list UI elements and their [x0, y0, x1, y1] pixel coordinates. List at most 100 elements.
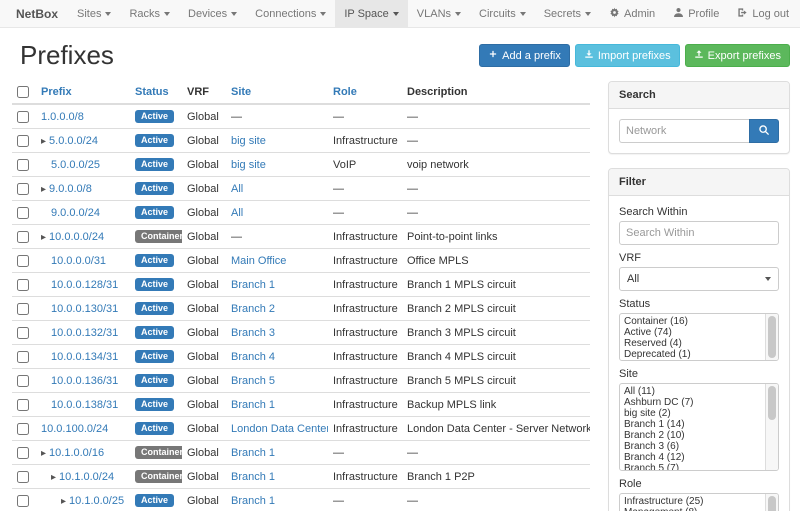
site-cell[interactable]: All: [226, 177, 328, 201]
prefix-link[interactable]: 10.0.0.130/31: [51, 303, 118, 315]
nav-item-racks[interactable]: Racks: [120, 0, 179, 27]
column-header-status[interactable]: Status: [130, 81, 182, 104]
nav-item-admin[interactable]: Admin: [600, 0, 664, 27]
row-checkbox[interactable]: [17, 207, 29, 219]
status-option[interactable]: Reserved (4): [620, 338, 763, 349]
role-filter-listbox[interactable]: Infrastructure (25)Management (8)Private…: [619, 493, 779, 511]
site-filter-listbox[interactable]: All (11)Ashburn DC (7)big site (2)Branch…: [619, 383, 779, 471]
status-option[interactable]: Deprecated (1): [620, 349, 763, 360]
expand-toggle-icon[interactable]: ▸: [41, 448, 46, 459]
site-link[interactable]: All: [231, 207, 243, 219]
site-link[interactable]: Branch 1: [231, 399, 275, 411]
site-option[interactable]: Branch 3 (6): [620, 441, 763, 452]
column-header-role[interactable]: Role: [328, 81, 402, 104]
site-option[interactable]: All (11): [620, 386, 763, 397]
expand-toggle-icon[interactable]: ▸: [41, 232, 46, 243]
site-link[interactable]: All: [231, 183, 243, 195]
site-option[interactable]: Branch 2 (10): [620, 430, 763, 441]
expand-toggle-icon[interactable]: ▸: [41, 184, 46, 195]
select-all-checkbox[interactable]: [17, 86, 29, 98]
row-checkbox[interactable]: [17, 135, 29, 147]
status-filter-listbox[interactable]: Container (16)Active (74)Reserved (4)Dep…: [619, 313, 779, 361]
add-a-prefix-button[interactable]: Add a prefix: [479, 44, 570, 67]
search-input[interactable]: [619, 119, 749, 143]
prefix-link[interactable]: 10.0.100.0/24: [41, 423, 108, 435]
site-option[interactable]: big site (2): [620, 408, 763, 419]
import-prefixes-button[interactable]: Import prefixes: [575, 44, 680, 67]
row-checkbox[interactable]: [17, 447, 29, 459]
prefix-link[interactable]: 10.1.0.0/16: [49, 447, 104, 459]
prefix-link[interactable]: 1.0.0.0/8: [41, 111, 84, 123]
row-checkbox[interactable]: [17, 351, 29, 363]
row-checkbox[interactable]: [17, 111, 29, 123]
nav-item-profile[interactable]: Profile: [664, 0, 728, 27]
row-checkbox[interactable]: [17, 183, 29, 195]
scrollbar-thumb[interactable]: [768, 316, 776, 358]
site-link[interactable]: Branch 1: [231, 471, 275, 483]
prefix-link[interactable]: 10.1.0.0/24: [59, 471, 114, 483]
site-cell[interactable]: Branch 1: [226, 273, 328, 297]
site-cell[interactable]: Branch 3: [226, 321, 328, 345]
site-link[interactable]: big site: [231, 159, 266, 171]
row-checkbox[interactable]: [17, 399, 29, 411]
prefix-link[interactable]: 5.0.0.0/24: [49, 135, 98, 147]
role-option[interactable]: Management (8): [620, 507, 763, 511]
export-prefixes-button[interactable]: Export prefixes: [685, 44, 790, 67]
nav-item-log-out[interactable]: Log out: [728, 0, 798, 27]
site-cell[interactable]: Branch 1: [226, 393, 328, 417]
nav-item-connections[interactable]: Connections: [246, 0, 335, 27]
site-cell[interactable]: Branch 1: [226, 441, 328, 465]
nav-item-devices[interactable]: Devices: [179, 0, 246, 27]
site-cell[interactable]: London Data Center: [226, 417, 328, 441]
site-option[interactable]: Branch 1 (14): [620, 419, 763, 430]
site-link[interactable]: London Data Center: [231, 423, 328, 435]
site-cell[interactable]: Branch 1: [226, 465, 328, 489]
row-checkbox[interactable]: [17, 231, 29, 243]
search-within-input[interactable]: [619, 221, 779, 245]
prefix-link[interactable]: 10.0.0.132/31: [51, 327, 118, 339]
site-link[interactable]: Branch 4: [231, 351, 275, 363]
site-link[interactable]: big site: [231, 135, 266, 147]
site-cell[interactable]: All: [226, 201, 328, 225]
navbar-brand[interactable]: NetBox: [6, 0, 68, 27]
site-cell[interactable]: Branch 1: [226, 489, 328, 511]
site-cell[interactable]: big site: [226, 153, 328, 177]
site-link[interactable]: Branch 1: [231, 495, 275, 507]
scrollbar-thumb[interactable]: [768, 496, 776, 511]
column-header-prefix[interactable]: Prefix: [36, 81, 130, 104]
prefix-link[interactable]: 10.0.0.128/31: [51, 279, 118, 291]
site-link[interactable]: Branch 3: [231, 327, 275, 339]
prefix-link[interactable]: 5.0.0.0/25: [51, 159, 100, 171]
prefix-link[interactable]: 10.0.0.136/31: [51, 375, 118, 387]
role-option[interactable]: Infrastructure (25): [620, 496, 763, 507]
site-option[interactable]: Ashburn DC (7): [620, 397, 763, 408]
prefix-link[interactable]: 10.0.0.0/24: [49, 231, 104, 243]
site-cell[interactable]: Branch 2: [226, 297, 328, 321]
prefix-link[interactable]: 10.0.0.0/31: [51, 255, 106, 267]
site-link[interactable]: Branch 1: [231, 279, 275, 291]
status-option[interactable]: Active (74): [620, 327, 763, 338]
prefix-link[interactable]: 10.0.0.138/31: [51, 399, 118, 411]
vrf-select[interactable]: All: [619, 267, 779, 291]
prefix-link[interactable]: 10.0.0.134/31: [51, 351, 118, 363]
prefix-link[interactable]: 10.1.0.0/25: [69, 495, 124, 507]
site-option[interactable]: Branch 5 (7): [620, 463, 763, 471]
row-checkbox[interactable]: [17, 255, 29, 267]
site-cell[interactable]: Branch 4: [226, 345, 328, 369]
row-checkbox[interactable]: [17, 423, 29, 435]
prefix-link[interactable]: 9.0.0.0/8: [49, 183, 92, 195]
column-header-site[interactable]: Site: [226, 81, 328, 104]
search-button[interactable]: [749, 119, 779, 143]
row-checkbox[interactable]: [17, 375, 29, 387]
row-checkbox[interactable]: [17, 471, 29, 483]
row-checkbox[interactable]: [17, 303, 29, 315]
nav-item-ip-space[interactable]: IP Space: [335, 0, 407, 27]
site-link[interactable]: Main Office: [231, 255, 286, 267]
nav-item-sites[interactable]: Sites: [68, 0, 120, 27]
row-checkbox[interactable]: [17, 279, 29, 291]
site-link[interactable]: Branch 2: [231, 303, 275, 315]
scrollbar-thumb[interactable]: [768, 386, 776, 420]
expand-toggle-icon[interactable]: ▸: [51, 472, 56, 483]
row-checkbox[interactable]: [17, 495, 29, 507]
expand-toggle-icon[interactable]: ▸: [41, 136, 46, 147]
